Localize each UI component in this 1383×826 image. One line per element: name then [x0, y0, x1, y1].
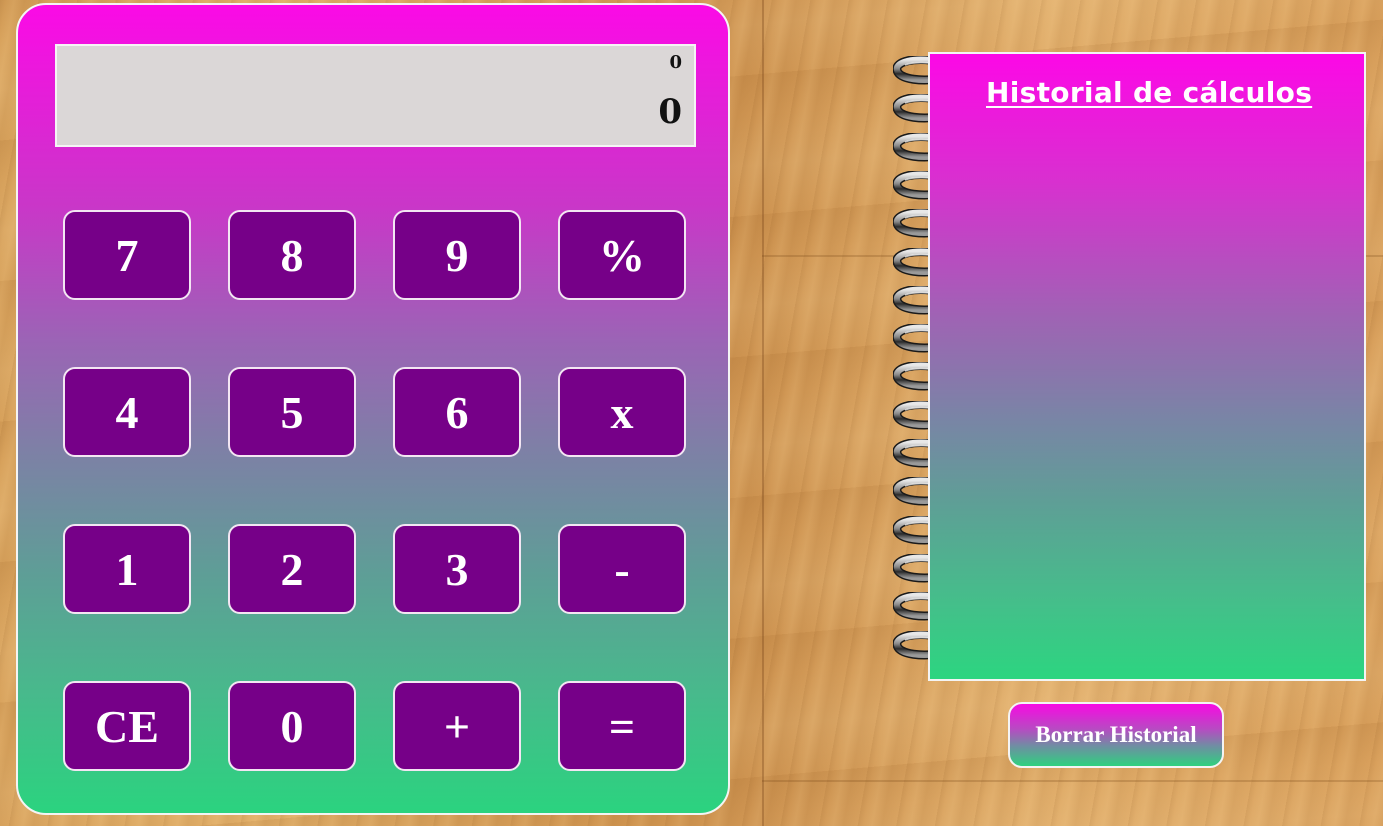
key-7-button[interactable]: 7 [63, 210, 191, 300]
history-title: Historial de cálculos [986, 76, 1313, 109]
clear-entry-button[interactable]: CE [63, 681, 191, 771]
key-2-button[interactable]: 2 [228, 524, 356, 614]
history-notebook: Historial de cálculos [928, 52, 1366, 681]
clear-history-button[interactable]: Borrar Historial [1008, 702, 1224, 768]
key-8-button[interactable]: 8 [228, 210, 356, 300]
display-expression: 0 [669, 52, 682, 73]
multiply-button[interactable]: x [558, 367, 686, 457]
calculator: 0 0 7 8 9% 4 5 6 x 1 2 3- CE 0 + = [16, 3, 730, 815]
key-1-button[interactable]: 1 [63, 524, 191, 614]
key-3-button[interactable]: 3 [393, 524, 521, 614]
wood-plank-seam [762, 780, 1383, 782]
key-4-button[interactable]: 4 [63, 367, 191, 457]
add-button[interactable]: + [393, 681, 521, 771]
equals-button[interactable]: = [558, 681, 686, 771]
wood-plank-seam [762, 0, 764, 826]
key-9-button[interactable]: 9 [393, 210, 521, 300]
key-5-button[interactable]: 5 [228, 367, 356, 457]
display-result: 0 [658, 92, 682, 132]
key-6-button[interactable]: 6 [393, 367, 521, 457]
percent-button[interactable]: % [558, 210, 686, 300]
key-0-button[interactable]: 0 [228, 681, 356, 771]
history-list [986, 134, 1344, 659]
keypad: 7 8 9% 4 5 6 x 1 2 3- CE 0 + = [63, 210, 689, 771]
calculator-display: 0 0 [55, 44, 696, 147]
subtract-button[interactable]: - [558, 524, 686, 614]
